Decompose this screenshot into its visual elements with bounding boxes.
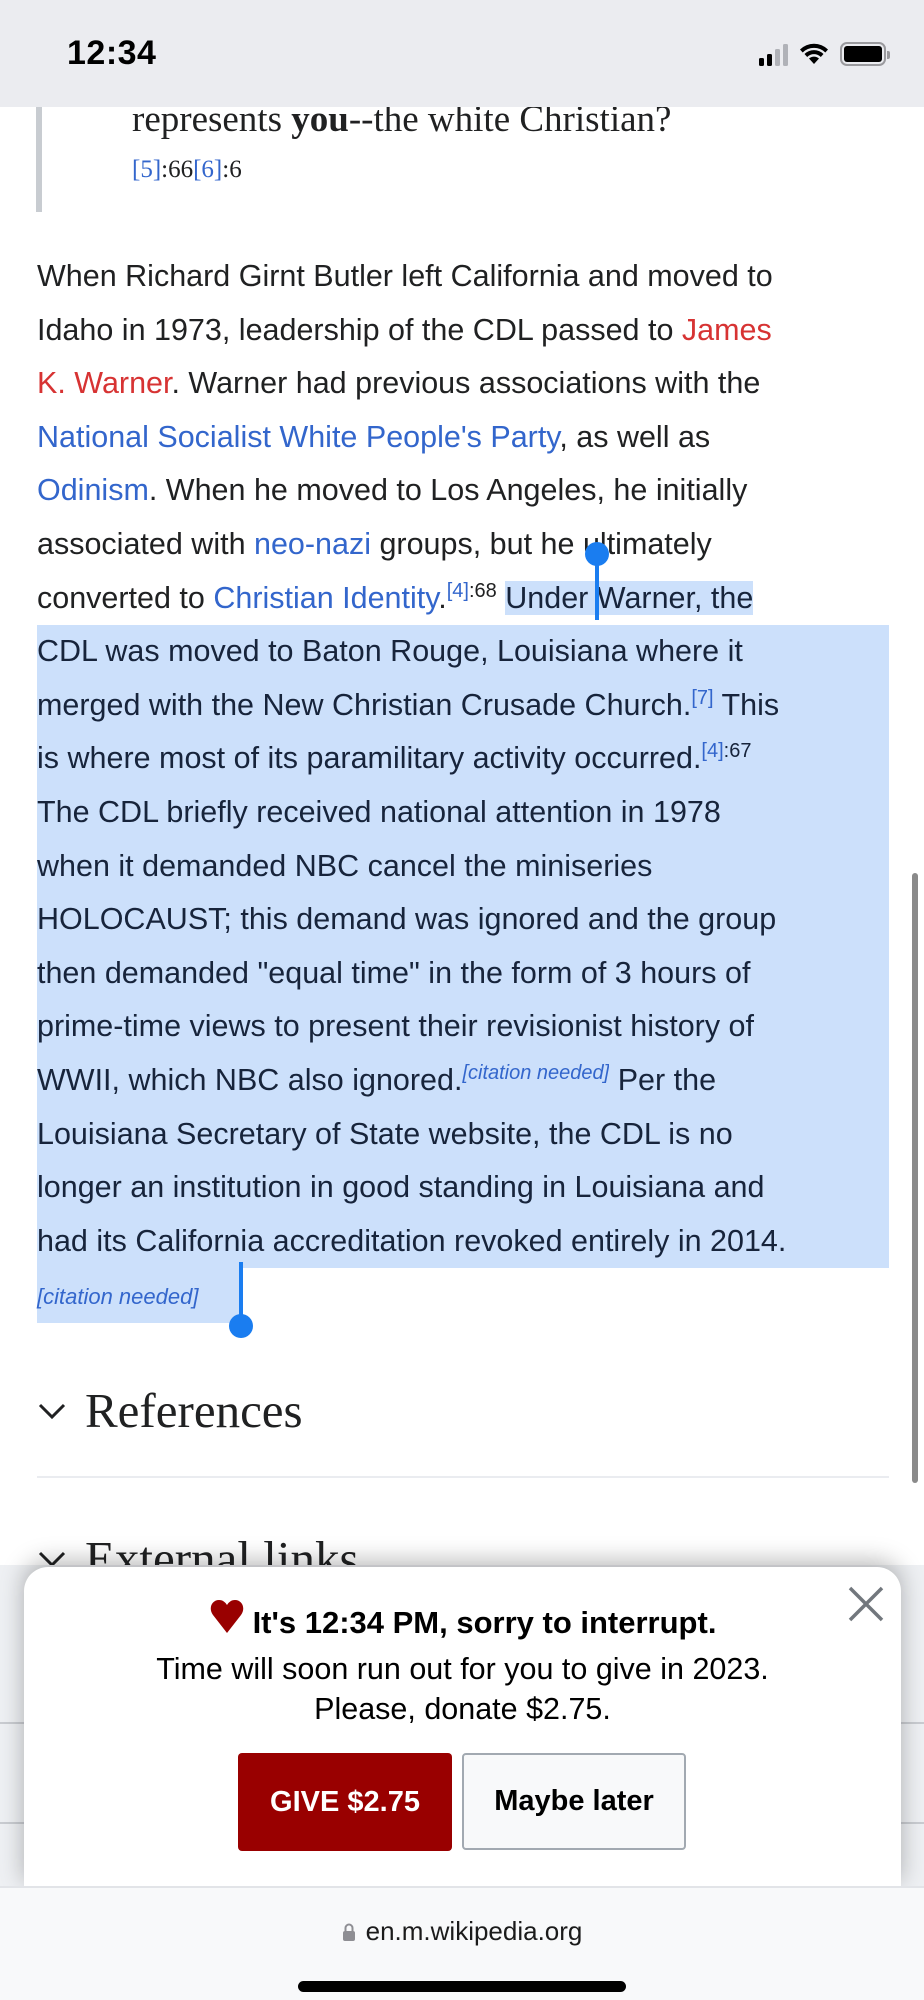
text-run: Louisiana Secretary of State website, th… xyxy=(37,1116,733,1151)
superscript: [citation needed] xyxy=(462,1061,610,1084)
article-link[interactable]: Odinism xyxy=(37,473,149,507)
section-divider xyxy=(37,1476,889,1478)
donation-banner: It's 12:34 PM, sorry to interrupt. Time … xyxy=(24,1567,901,1887)
text-run: This xyxy=(713,687,780,722)
text-run: prime-time views to present their revisi… xyxy=(37,1009,754,1044)
article-link[interactable]: Christian Identity xyxy=(213,581,438,615)
text-run: . When he moved to Los Angeles, he initi… xyxy=(148,473,748,508)
citation-needed-link[interactable]: [citation needed] xyxy=(462,1062,609,1084)
text-run: associated with xyxy=(37,526,254,561)
blockquote-bar xyxy=(36,90,42,212)
banner-ask: Please, donate $2.75. xyxy=(314,1692,611,1726)
paragraph-line: converted to Christian Identity.[4]:68 U… xyxy=(37,572,889,626)
text-run: , as well as xyxy=(559,419,711,454)
paragraph-line: associated with neo-nazi groups, but he … xyxy=(37,518,889,572)
paragraph-line: longer an institution in good standing i… xyxy=(37,1161,889,1215)
text-run: is where most of its paramilitary activi… xyxy=(37,741,702,776)
chevron-down-icon xyxy=(38,1403,66,1419)
maybe-later-button[interactable]: Maybe later xyxy=(462,1753,686,1850)
superscript: [7] xyxy=(691,686,714,709)
text-run: . Warner had previous associations with … xyxy=(171,366,761,401)
article-paragraph: When Richard Girnt Butler left Californi… xyxy=(37,250,889,1324)
reference-link[interactable]: [4] xyxy=(447,580,469,602)
text-run: . xyxy=(438,580,447,615)
article-link[interactable]: Baton Rouge xyxy=(302,634,481,669)
banner-headline: It's 12:34 PM, sorry to interrupt. xyxy=(24,1600,901,1641)
text-run: HOLOCAUST; this demand was ignored and t… xyxy=(37,902,777,937)
text-run: WWII, which NBC also ignored. xyxy=(37,1062,463,1097)
paragraph-line: Idaho in 1973, leadership of the CDL pas… xyxy=(37,304,889,358)
wifi-icon xyxy=(800,43,828,64)
heart-icon xyxy=(210,1600,243,1633)
text-run: longer an institution in good standing i… xyxy=(37,1170,765,1205)
article-link[interactable]: James xyxy=(682,313,772,347)
text-run xyxy=(497,581,505,615)
superscript: [citation needed] xyxy=(37,1284,199,1310)
paragraph-line: had its California accreditation revoked… xyxy=(37,1214,889,1269)
superscript: [4] xyxy=(447,580,469,602)
url-text: en.m.wikipedia.org xyxy=(365,1916,583,1946)
paragraph-line: Odinism. When he moved to Los Angeles, h… xyxy=(37,464,889,518)
paragraph-line: The CDL briefly received national attent… xyxy=(37,785,889,840)
page-number: :67 xyxy=(723,740,752,763)
status-icons xyxy=(759,42,890,66)
text-run: merged with the New Christian Crusade Ch… xyxy=(37,687,692,722)
text-run: when it demanded NBC cancel the miniseri… xyxy=(37,848,653,883)
home-indicator[interactable] xyxy=(298,1981,626,1992)
text-run: converted to xyxy=(37,580,214,615)
article-link[interactable]: neo-nazi xyxy=(254,527,371,561)
scrollbar[interactable] xyxy=(912,873,918,1483)
paragraph-line: merged with the New Christian Crusade Ch… xyxy=(37,678,889,733)
section-references[interactable]: References xyxy=(37,1382,889,1439)
reference-link[interactable]: [4] xyxy=(701,740,723,762)
text-run: When Richard Girnt Butler left Californi… xyxy=(37,259,773,293)
text-run: groups, but he ultimately xyxy=(371,526,712,561)
page-number: :68 xyxy=(468,579,497,602)
browser-address-bar[interactable]: en.m.wikipedia.org xyxy=(0,1886,924,2000)
article-link[interactable]: K. Warner xyxy=(37,366,171,400)
battery-icon xyxy=(840,42,890,66)
selection-start-handle-knob[interactable] xyxy=(585,542,609,566)
paragraph-line: prime-time views to present their revisi… xyxy=(37,1000,889,1054)
quote-references: [5]:66[6]:6 xyxy=(132,156,242,183)
paragraph-line: When Richard Girnt Butler left Californi… xyxy=(37,250,889,304)
citation-needed-link[interactable]: [citation needed] xyxy=(37,1284,198,1309)
text-run: Idaho in 1973, leadership of the CDL pas… xyxy=(37,312,682,347)
status-bar: 12:34 xyxy=(0,0,924,107)
section-title: References xyxy=(85,1383,303,1438)
reference-link[interactable]: [5] xyxy=(132,156,161,183)
text-run: Under Warner, the xyxy=(505,580,754,615)
status-time: 12:34 xyxy=(67,34,157,72)
banner-message: Time will soon run out for you to give i… xyxy=(156,1652,769,1686)
paragraph-line: WWII, which NBC also ignored.[citation n… xyxy=(37,1053,889,1108)
paragraph-line: National Socialist White People's Party,… xyxy=(37,411,889,465)
paragraph-line: [citation needed] xyxy=(37,1268,242,1324)
paragraph-line: then demanded "equal time" in the form o… xyxy=(37,946,889,1001)
text-run: Per the xyxy=(609,1062,717,1097)
paragraph-line: CDL was moved to Baton Rouge, Louisiana … xyxy=(37,625,889,679)
lock-icon xyxy=(342,1923,355,1941)
selection-end-handle[interactable] xyxy=(239,1262,243,1322)
text-run: The CDL briefly received national attent… xyxy=(37,794,721,829)
selection-end-handle-knob[interactable] xyxy=(229,1314,253,1338)
paragraph-line: HOLOCAUST; this demand was ignored and t… xyxy=(37,893,889,947)
superscript: [4] xyxy=(701,740,724,763)
paragraph-line: K. Warner. Warner had previous associati… xyxy=(37,357,889,411)
article-link[interactable]: National Socialist White People's Party xyxy=(37,420,559,454)
reference-link[interactable]: [7] xyxy=(691,687,713,709)
text-run: CDL was moved to xyxy=(37,634,302,669)
text-run: then demanded "equal time" in the form o… xyxy=(37,955,751,990)
cellular-signal-icon xyxy=(759,42,788,66)
paragraph-line: is where most of its paramilitary activi… xyxy=(37,732,889,786)
text-run: had its California accreditation revoked… xyxy=(37,1223,787,1258)
url-field[interactable]: en.m.wikipedia.org xyxy=(0,1916,924,1947)
give-button[interactable]: GIVE $2.75 xyxy=(238,1753,452,1851)
text-run: , Louisiana where it xyxy=(480,634,743,669)
reference-link[interactable]: [6] xyxy=(193,156,222,183)
paragraph-line: when it demanded NBC cancel the miniseri… xyxy=(37,839,889,894)
paragraph-line: Louisiana Secretary of State website, th… xyxy=(37,1107,889,1162)
